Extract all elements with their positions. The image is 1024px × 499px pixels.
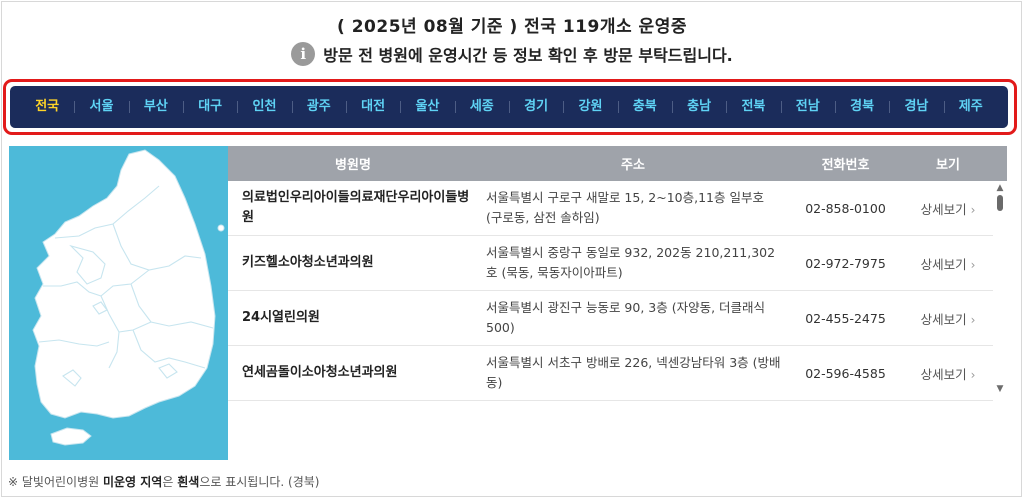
region-tab[interactable]: 전국 [20,86,74,128]
hospital-phone: 02-455-2475 [805,310,886,326]
table-body[interactable]: 의료법인우리아이들의료재단우리아이들병원 서울특별시 구로구 새말로 15, 2~… [228,181,1007,401]
detail-view-label: 상세보기 [920,201,967,217]
header-hospital-name: 병원명 [335,158,371,173]
region-tab[interactable]: 충북 [617,86,672,128]
region-tab[interactable]: 광주 [291,86,346,128]
header-view: 보기 [936,158,960,173]
hospital-address: 서울특별시 중랑구 동일로 932, 202동 210,211,302호 (묵동… [486,245,776,280]
hospital-address: 서울특별시 서초구 방배로 226, 넥센강남타워 3층 (방배동) [486,355,781,390]
chevron-right-icon: › [970,257,976,272]
hospital-phone: 02-972-7975 [805,255,886,271]
table-scrollbar[interactable]: ▲ ▼ [995,181,1005,460]
visit-notice: i 방문 전 병원에 운영시간 등 정보 확인 후 방문 부탁드립니다. [0,42,1024,66]
region-tab[interactable]: 인천 [237,86,291,128]
detail-view-link[interactable]: 상세보기 › [903,364,993,383]
region-tab[interactable]: 전남 [780,86,835,128]
region-tab[interactable]: 서울 [74,86,128,128]
footnote-white-color: 흰색 [177,475,200,489]
footnote-mid: 은 [162,475,178,489]
scroll-down-arrow-icon[interactable]: ▼ [995,384,1005,394]
detail-view-label: 상세보기 [920,311,967,327]
region-tab[interactable]: 부산 [128,86,183,128]
map-legend-footnote: ※ 달빛어린이병원 미운영 지역은 흰색으로 표시됩니다. (경북) [8,473,319,490]
hospital-name[interactable]: 의료법인우리아이들의료재단우리아이들병원 [228,188,478,228]
detail-view-link[interactable]: 상세보기 › [903,309,993,328]
region-tab[interactable]: 충남 [671,86,726,128]
table-row[interactable]: 키즈헬소아청소년과의원 서울특별시 중랑구 동일로 932, 202동 210,2… [228,236,993,291]
info-icon: i [291,42,316,66]
mainland-shape [32,149,216,419]
footnote-suffix: 으로 표시됩니다. (경북) [199,475,320,489]
hospital-address: 서울특별시 광진구 능동로 90, 3층 (자양동, 더클래식500) [486,300,766,335]
detail-view-link[interactable]: 상세보기 › [903,254,993,273]
chevron-right-icon: › [970,367,976,382]
header-phone: 전화번호 [821,158,870,173]
region-tabs: 전국 서울 부산 대구 인천 광주 대전 울산 세종 경기 강원 충북 충남 전북 전남 경북 경남 제주 [10,86,1008,128]
hospital-phone: 02-596-4585 [805,365,886,381]
korea-map-svg [32,149,225,446]
region-tab[interactable]: 강원 [563,86,617,128]
visit-notice-text: 방문 전 병원에 운영시간 등 정보 확인 후 방문 부탁드립니다. [323,46,733,65]
hospital-name[interactable]: 24시열린의원 [228,308,478,328]
hospital-name[interactable]: 키즈헬소아청소년과의원 [228,253,478,273]
table-row[interactable]: 의료법인우리아이들의료재단우리아이들병원 서울특별시 구로구 새말로 15, 2~… [228,181,993,236]
footnote-unoperated-region: 미운영 지역 [102,475,163,489]
region-tab[interactable]: 전북 [726,86,780,128]
hospital-address: 서울특별시 구로구 새말로 15, 2~10층,11층 일부호 (구로동, 삼전… [486,190,764,225]
scroll-up-arrow-icon[interactable]: ▲ [995,183,1005,193]
chevron-right-icon: › [970,312,976,327]
region-tab[interactable]: 제주 [943,86,998,128]
hospital-phone: 02-858-0100 [805,200,886,216]
scroll-thumb[interactable] [997,195,1003,211]
jeju-shape [50,427,92,446]
region-tab[interactable]: 경남 [889,86,943,128]
region-tab[interactable]: 대구 [182,86,237,128]
header-address: 주소 [621,158,645,173]
chevron-right-icon: › [970,202,976,217]
region-tab[interactable]: 울산 [400,86,454,128]
hospital-table: 병원명 주소 전화번호 보기 의료법인우리아이들의료재단우리아이들병원 서울특별시… [228,146,1007,460]
detail-view-label: 상세보기 [920,256,967,272]
page-headline: ( 2025년 08월 기준 ) 전국 119개소 운영중 [337,17,687,37]
table-row[interactable]: 연세곰돌이소아청소년과의원 서울특별시 서초구 방배로 226, 넥센강남타워 3… [228,346,993,401]
detail-view-label: 상세보기 [920,366,967,382]
detail-view-link[interactable]: 상세보기 › [903,199,993,218]
ulleung-shape [217,224,225,232]
korea-map [9,146,228,460]
region-tab[interactable]: 경기 [508,86,563,128]
table-header: 병원명 주소 전화번호 보기 [228,146,1007,181]
table-row[interactable]: 24시열린의원 서울특별시 광진구 능동로 90, 3층 (자양동, 더클래식50… [228,291,993,346]
hospital-name[interactable]: 연세곰돌이소아청소년과의원 [228,363,478,383]
region-tab[interactable]: 대전 [345,86,400,128]
region-tab[interactable]: 세종 [454,86,509,128]
footnote-prefix: ※ 달빛어린이병원 [8,475,103,489]
region-tab[interactable]: 경북 [834,86,889,128]
